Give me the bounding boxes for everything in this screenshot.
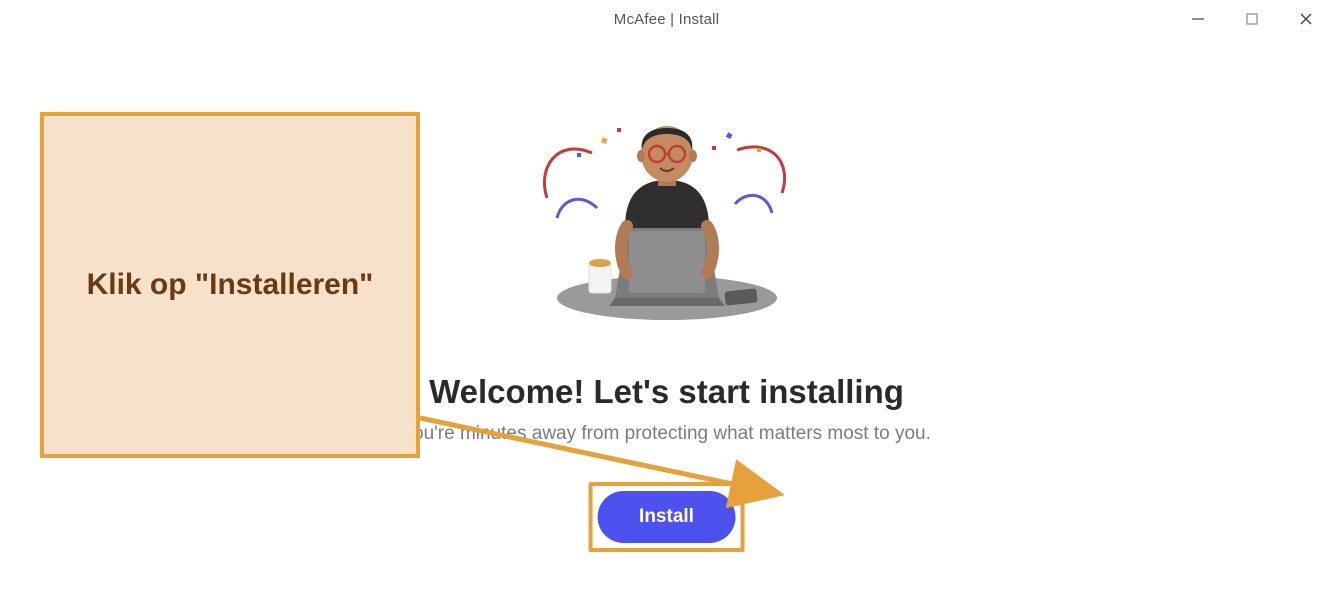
maximize-button[interactable]	[1225, 0, 1279, 38]
minimize-icon	[1191, 12, 1205, 26]
window-title: McAfee | Install	[614, 11, 719, 28]
minimize-button[interactable]	[1171, 0, 1225, 38]
titlebar: McAfee | Install	[0, 0, 1333, 38]
annotation-text: Klik op "Installeren"	[87, 263, 374, 307]
close-icon	[1299, 12, 1313, 26]
welcome-illustration	[507, 98, 827, 333]
window-controls	[1171, 0, 1333, 38]
install-button-highlight: Install	[588, 482, 745, 552]
close-button[interactable]	[1279, 0, 1333, 38]
maximize-icon	[1245, 12, 1259, 26]
install-button[interactable]: Install	[597, 491, 736, 543]
annotation-callout: Klik op "Installeren"	[40, 112, 420, 458]
